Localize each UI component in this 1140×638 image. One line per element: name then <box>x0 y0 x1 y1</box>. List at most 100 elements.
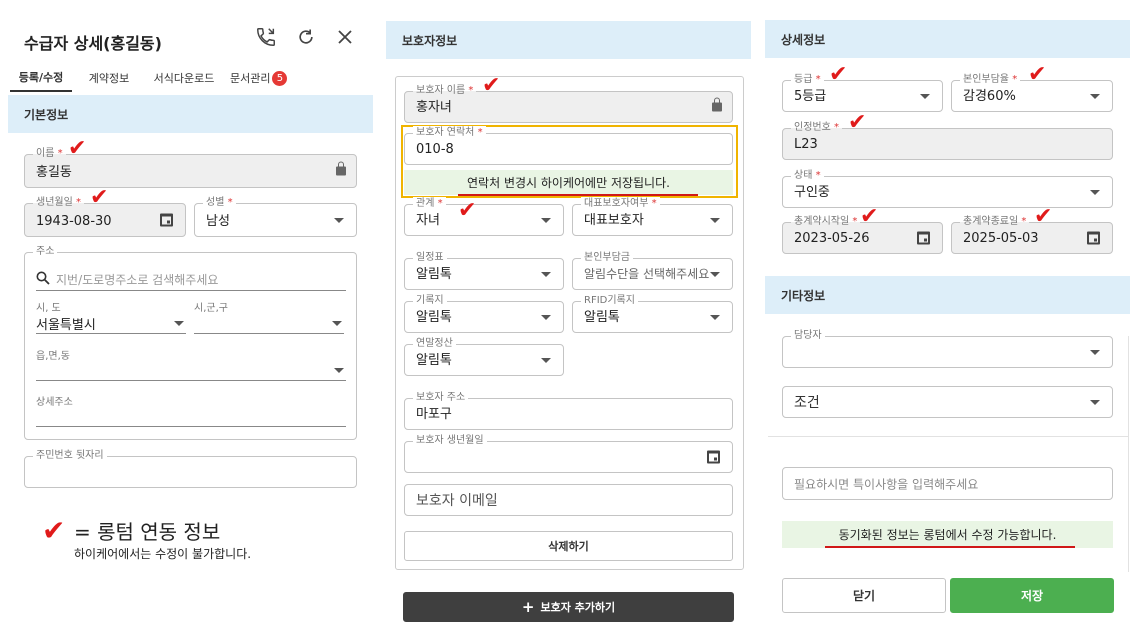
longterm-check-icon: ✔ <box>1028 62 1047 87</box>
sido-select[interactable]: 서울특별시 <box>36 312 186 334</box>
close-button[interactable]: 닫기 <box>782 578 946 613</box>
longterm-check-icon: ✔ <box>848 110 867 135</box>
guardian-phone-input[interactable]: 보호자 연락처 * 010-8 <box>404 126 733 165</box>
delete-guardian-button[interactable]: 삭제하기 <box>404 531 733 561</box>
primary-guardian-select[interactable]: 대표보호자여부 * 대표보호자 <box>572 197 733 236</box>
chevron-down-icon <box>541 272 551 277</box>
rrn-field[interactable]: 주민번호 뒷자리 <box>24 449 357 488</box>
dong-select[interactable] <box>36 360 346 381</box>
address-search-input[interactable]: 지번/도로명주소로 검색해주세요 <box>36 266 346 291</box>
chevron-down-icon <box>710 315 720 320</box>
contract-end-value: 2025-05-03 <box>963 231 1039 246</box>
chevron-down-icon <box>334 218 344 223</box>
name-label: 이름 * <box>33 147 66 160</box>
contract-end-field: 총계약종료일 * 2025-05-03 <box>951 215 1113 254</box>
contract-start-label: 총계약시작일 * <box>791 215 861 228</box>
gender-value: 남성 <box>206 214 230 229</box>
notice-underline <box>825 546 1075 548</box>
guardian-name-value: 홍자녀 <box>416 100 452 115</box>
condition-select[interactable]: 조건 <box>782 386 1113 418</box>
copay-select[interactable]: 본인부담금 알림수단을 선택해주세요 <box>572 251 733 290</box>
save-button[interactable]: 저장 <box>950 578 1114 613</box>
chevron-down-icon <box>541 218 551 223</box>
legend-title: = 롱텀 연동 정보 <box>74 520 221 544</box>
condition-value: 조건 <box>794 395 820 411</box>
chevron-down-icon <box>1090 350 1100 355</box>
lock-icon <box>336 161 346 176</box>
notice-underline <box>458 194 698 196</box>
birth-label: 생년월일 * <box>33 196 84 209</box>
add-guardian-label: 보호자 추가하기 <box>540 601 616 614</box>
calendar-icon <box>1087 231 1100 245</box>
divider <box>768 436 1128 437</box>
record-select[interactable]: 기록지 알림톡 <box>404 294 564 333</box>
contract-end-label: 총계약종료일 * <box>960 215 1030 228</box>
longterm-check-icon: ✔ <box>42 514 66 547</box>
phone-icon[interactable] <box>255 26 277 48</box>
copay-label: 본인부담금 <box>581 251 633 264</box>
longterm-check-icon: ✔ <box>90 185 109 210</box>
cert-number-label: 인정번호 * <box>791 121 842 134</box>
tab-register[interactable]: 등록/수정 <box>10 64 72 92</box>
longterm-check-icon: ✔ <box>860 204 879 229</box>
guardian-address-value: 마포구 <box>416 407 452 422</box>
tab-forms[interactable]: 서식다운로드 <box>146 64 222 92</box>
section-basic-info: 기본정보 <box>8 95 373 133</box>
section-etc-info: 기타정보 <box>765 276 1130 314</box>
guardian-name-field: 보호자 이름 * 홍자녀 <box>404 84 733 123</box>
sido-value: 서울특별시 <box>36 318 96 333</box>
calendar-icon <box>917 231 930 245</box>
doc-count-badge: 5 <box>272 70 288 86</box>
calendar-icon[interactable] <box>707 450 720 464</box>
gender-select[interactable]: 성별 * 남성 <box>194 196 357 237</box>
guardian-email-input[interactable]: 보호자 이메일 <box>404 484 733 516</box>
grade-select[interactable]: 등급 * 5등급 <box>782 73 943 112</box>
tab-contract[interactable]: 계약정보 <box>80 64 138 92</box>
address-search-placeholder: 지번/도로명주소로 검색해주세요 <box>56 273 219 287</box>
primary-guardian-value: 대표보호자 <box>584 213 644 228</box>
yearend-select[interactable]: 연말정산 알림톡 <box>404 337 564 376</box>
refresh-icon[interactable] <box>296 27 316 47</box>
chevron-down-icon <box>1090 190 1100 195</box>
guardian-address-input[interactable]: 보호자 주소 마포구 <box>404 391 733 430</box>
detail-address-input[interactable] <box>36 406 346 427</box>
guardian-phone-label: 보호자 연락처 * <box>413 126 486 139</box>
guardian-email-placeholder: 보호자 이메일 <box>416 493 498 509</box>
chevron-down-icon <box>710 218 720 223</box>
name-value: 홍길동 <box>36 165 72 180</box>
chevron-down-icon <box>174 320 184 326</box>
status-select[interactable]: 상태 * 구인중 <box>782 169 1113 208</box>
sigungu-select[interactable] <box>194 312 344 334</box>
schedule-value: 알림톡 <box>416 267 452 282</box>
longterm-check-icon: ✔ <box>68 136 87 161</box>
rfid-value: 알림톡 <box>584 310 620 325</box>
guardian-birth-label: 보호자 생년월일 <box>413 434 487 447</box>
record-value: 알림톡 <box>416 310 452 325</box>
guardian-phone-value: 010-8 <box>416 142 454 157</box>
section-guardian-info: 보호자정보 <box>386 21 751 59</box>
sync-notice: 동기화된 정보는 롱텀에서 수정 가능합니다. <box>782 521 1113 548</box>
relation-select[interactable]: 관계 * 자녀 <box>404 197 564 236</box>
schedule-select[interactable]: 일정표 알림톡 <box>404 251 564 290</box>
chevron-down-icon <box>334 368 344 373</box>
add-guardian-button[interactable]: + 보호자 추가하기 <box>403 592 734 622</box>
lock-icon <box>712 97 722 112</box>
memo-placeholder: 필요하시면 특이사항을 입력해주세요 <box>794 477 979 491</box>
rfid-select[interactable]: RFID기록지 알림톡 <box>572 294 733 333</box>
tab-documents[interactable]: 문서관리 5 <box>230 64 302 92</box>
chevron-down-icon <box>710 272 720 277</box>
phone-save-notice: 연락처 변경시 하이케어에만 저장됩니다. <box>404 170 733 195</box>
chevron-down-icon <box>1090 94 1100 99</box>
chevron-down-icon <box>541 358 551 363</box>
tab-documents-label: 문서관리 <box>230 72 271 85</box>
guardian-birth-input[interactable]: 보호자 생년월일 <box>404 434 733 473</box>
manager-select[interactable]: 담당자 <box>782 329 1113 368</box>
close-icon[interactable] <box>336 28 354 46</box>
copay-value: 알림수단을 선택해주세요 <box>584 267 710 281</box>
legend-subtitle: 하이케어에서는 수정이 불가합니다. <box>74 547 252 561</box>
memo-input[interactable]: 필요하시면 특이사항을 입력해주세요 <box>782 467 1113 500</box>
search-icon <box>36 271 50 285</box>
manager-label: 담당자 <box>791 329 825 342</box>
status-value: 구인중 <box>794 185 830 200</box>
relation-value: 자녀 <box>416 213 440 228</box>
